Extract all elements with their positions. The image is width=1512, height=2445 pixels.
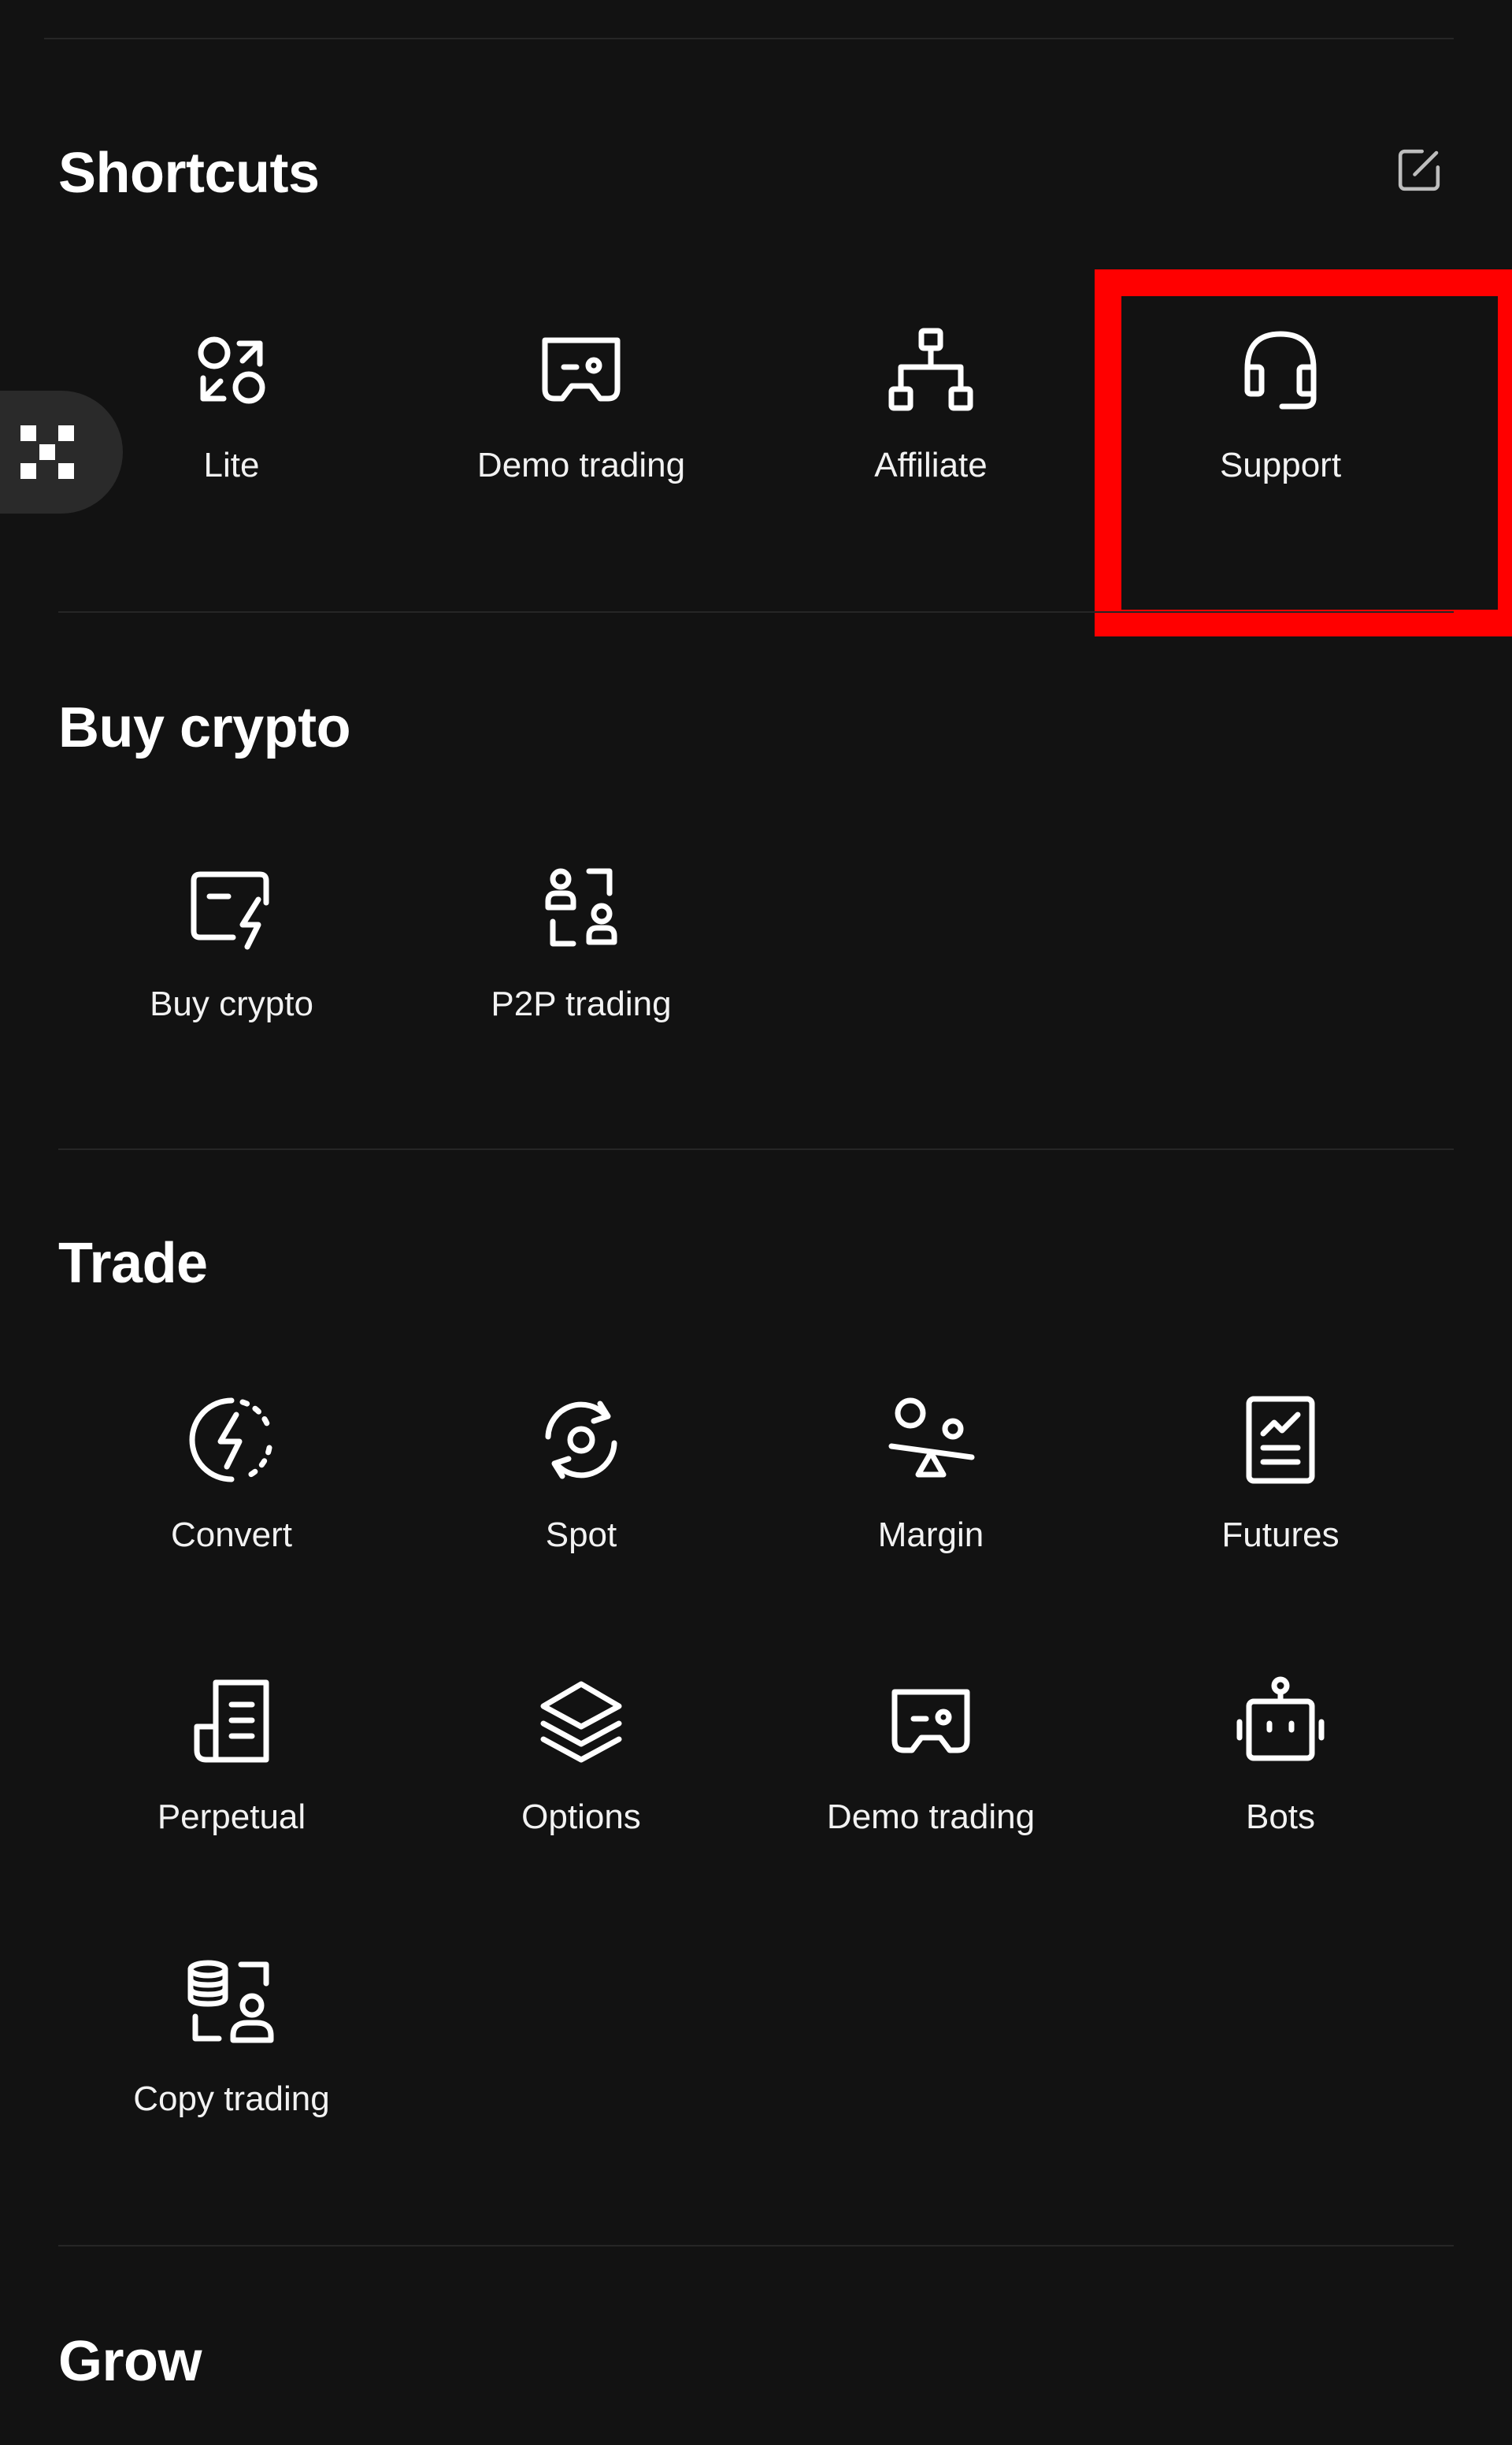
section-divider — [58, 2245, 1454, 2247]
trade-bots[interactable]: Bots — [1107, 1675, 1454, 1911]
section-divider — [58, 1148, 1454, 1150]
p2p-trading-item[interactable]: P2P trading — [408, 862, 754, 1098]
app-menu-page: Shortcuts Lite Demo trading Affiliate Su… — [0, 0, 1512, 2445]
buy-crypto-label: Buy crypto — [150, 985, 313, 1023]
trade-convert[interactable]: Convert — [58, 1393, 405, 1629]
futures-document-icon — [1233, 1393, 1328, 1487]
section-divider — [58, 611, 1454, 613]
swap-circles-icon — [184, 323, 279, 417]
trade-label: Demo trading — [826, 1798, 1036, 1836]
perpetual-scroll-icon — [184, 1675, 279, 1769]
trade-label: Bots — [1245, 1798, 1316, 1836]
robot-icon — [1233, 1675, 1328, 1769]
trade-options[interactable]: Options — [408, 1675, 754, 1911]
highlight-annotation — [1095, 269, 1512, 636]
trade-label: Options — [521, 1798, 641, 1836]
trade-label: Copy trading — [133, 2080, 330, 2118]
trade-margin[interactable]: Margin — [758, 1393, 1104, 1629]
trade-futures[interactable]: Futures — [1107, 1393, 1454, 1629]
trade-perpetual[interactable]: Perpetual — [58, 1675, 405, 1911]
shortcuts-title: Shortcuts — [58, 142, 320, 205]
trade-label: Margin — [877, 1516, 984, 1554]
grow-title: Grow — [58, 2330, 202, 2393]
convert-bolt-icon — [184, 1393, 279, 1487]
p2p-users-icon — [534, 862, 628, 956]
buy-crypto-title: Buy crypto — [58, 696, 351, 759]
trade-label: Convert — [170, 1516, 293, 1554]
gamepad-icon — [534, 323, 628, 417]
shortcut-affiliate[interactable]: Affiliate — [758, 323, 1104, 559]
layers-icon — [534, 1675, 628, 1769]
buy-crypto-item[interactable]: Buy crypto — [58, 862, 405, 1098]
spot-refresh-icon — [534, 1393, 628, 1487]
p2p-trading-label: P2P trading — [491, 985, 672, 1023]
card-lightning-icon — [184, 862, 279, 956]
okx-floating-button[interactable] — [0, 391, 123, 514]
okx-logo-icon — [20, 425, 74, 479]
copy-trading-icon — [184, 1957, 279, 2051]
shortcut-demo-trading[interactable]: Demo trading — [408, 323, 754, 559]
org-chart-icon — [884, 323, 978, 417]
trade-label: Futures — [1221, 1516, 1340, 1554]
trade-demo-trading[interactable]: Demo trading — [758, 1675, 1104, 1911]
trade-label: Spot — [545, 1516, 617, 1554]
margin-balance-icon — [884, 1393, 978, 1487]
gamepad-icon — [884, 1675, 978, 1769]
trade-copy-trading[interactable]: Copy trading — [58, 1957, 405, 2193]
trade-spot[interactable]: Spot — [408, 1393, 754, 1629]
top-divider — [44, 38, 1454, 39]
shortcut-label: Affiliate — [874, 446, 988, 484]
edit-square-icon — [1398, 149, 1440, 191]
trade-label: Perpetual — [157, 1798, 306, 1836]
shortcut-label: Demo trading — [476, 446, 686, 484]
trade-title: Trade — [58, 1232, 208, 1295]
edit-shortcuts-button[interactable] — [1391, 142, 1447, 198]
